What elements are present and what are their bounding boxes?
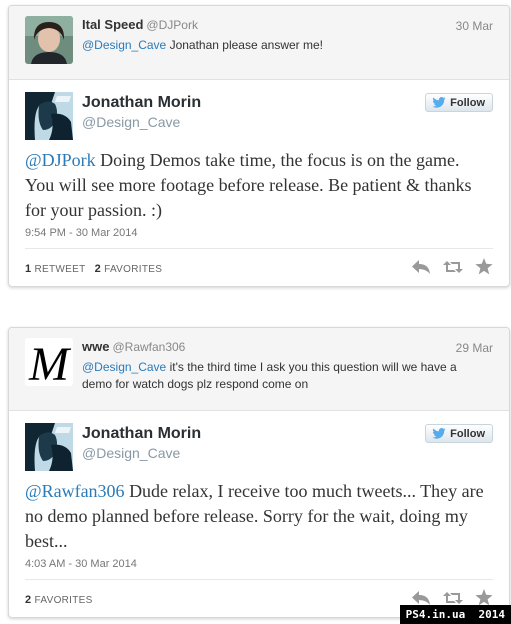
- avatar[interactable]: [25, 423, 73, 471]
- in-reply-to-tweet[interactable]: Ital Speed @DJPork 30 Mar @Design_Cave Jo…: [9, 6, 509, 80]
- mention-link[interactable]: @Design_Cave: [82, 360, 166, 374]
- svg-text:M: M: [28, 338, 72, 386]
- favorite-count[interactable]: 2: [95, 263, 101, 275]
- avatar[interactable]: M: [25, 338, 73, 386]
- main-tweet: Jonathan Morin @Design_Cave Follow @DJPo…: [9, 80, 509, 287]
- reply-body: Jonathan please answer me!: [166, 38, 323, 52]
- mention-link[interactable]: @Design_Cave: [82, 38, 166, 52]
- tweet-text: @DJPork Doing Demos take time, the focus…: [25, 148, 489, 223]
- mention-link[interactable]: @Rawfan306: [25, 481, 125, 501]
- author-handle[interactable]: @Design_Cave: [82, 114, 180, 130]
- retweet-label[interactable]: RETWEET: [35, 264, 86, 275]
- tweet-card: M wwe @Rawfan306 29 Mar @Design_Cave it's…: [8, 327, 510, 618]
- favorite-label[interactable]: FAVORITES: [35, 595, 93, 606]
- tweet-timestamp[interactable]: 4:03 AM - 30 Mar 2014: [25, 558, 137, 570]
- favorite-label[interactable]: FAVORITES: [104, 264, 162, 275]
- reply-text: @Design_Cave it's the third time I ask y…: [82, 359, 489, 393]
- divider: [25, 248, 493, 249]
- tweet-actions: [411, 589, 493, 606]
- in-reply-to-tweet[interactable]: M wwe @Rawfan306 29 Mar @Design_Cave it's…: [9, 328, 509, 411]
- divider: [25, 579, 493, 580]
- follow-label: Follow: [450, 427, 485, 440]
- avatar[interactable]: [25, 92, 73, 140]
- favorite-count[interactable]: 2: [25, 594, 31, 606]
- follow-button[interactable]: Follow: [425, 424, 493, 443]
- author-handle[interactable]: @DJPork: [146, 18, 198, 32]
- author-handle[interactable]: @Design_Cave: [82, 445, 180, 461]
- twitter-bird-icon: [432, 428, 446, 439]
- reply-author: wwe @Rawfan306: [82, 339, 185, 354]
- favorite-star-icon[interactable]: [475, 589, 493, 606]
- author-name[interactable]: Ital Speed: [82, 17, 143, 32]
- tweet-stats: 2 FAVORITES: [25, 594, 93, 606]
- tweet-card: Ital Speed @DJPork 30 Mar @Design_Cave Jo…: [8, 5, 510, 287]
- follow-label: Follow: [450, 96, 485, 109]
- tweet-date[interactable]: 30 Mar: [456, 19, 493, 33]
- reply-text: @Design_Cave Jonathan please answer me!: [82, 37, 489, 54]
- retweet-count[interactable]: 1: [25, 263, 31, 275]
- favorite-star-icon[interactable]: [475, 258, 493, 275]
- author-name[interactable]: wwe: [82, 339, 109, 354]
- reply-author: Ital Speed @DJPork: [82, 17, 198, 32]
- tweet-text: @Rawfan306 Dude relax, I receive too muc…: [25, 479, 489, 554]
- reply-icon[interactable]: [411, 590, 431, 606]
- tweet-date[interactable]: 29 Mar: [456, 341, 493, 355]
- author-name[interactable]: Jonathan Morin: [82, 94, 201, 112]
- mention-link[interactable]: @DJPork: [25, 150, 96, 170]
- reply-icon[interactable]: [411, 259, 431, 275]
- tweet-stats: 1 RETWEET 2 FAVORITES: [25, 263, 162, 275]
- watermark: PS4.in.ua 2014: [399, 605, 511, 624]
- main-tweet: Jonathan Morin @Design_Cave Follow @Rawf…: [9, 411, 509, 618]
- follow-button[interactable]: Follow: [425, 93, 493, 112]
- author-name[interactable]: Jonathan Morin: [82, 425, 201, 443]
- retweet-icon[interactable]: [443, 259, 463, 275]
- avatar[interactable]: [25, 16, 73, 64]
- tweet-actions: [411, 258, 493, 275]
- author-handle[interactable]: @Rawfan306: [112, 340, 185, 354]
- twitter-bird-icon: [432, 97, 446, 108]
- retweet-icon[interactable]: [443, 590, 463, 606]
- tweet-timestamp[interactable]: 9:54 PM - 30 Mar 2014: [25, 227, 138, 239]
